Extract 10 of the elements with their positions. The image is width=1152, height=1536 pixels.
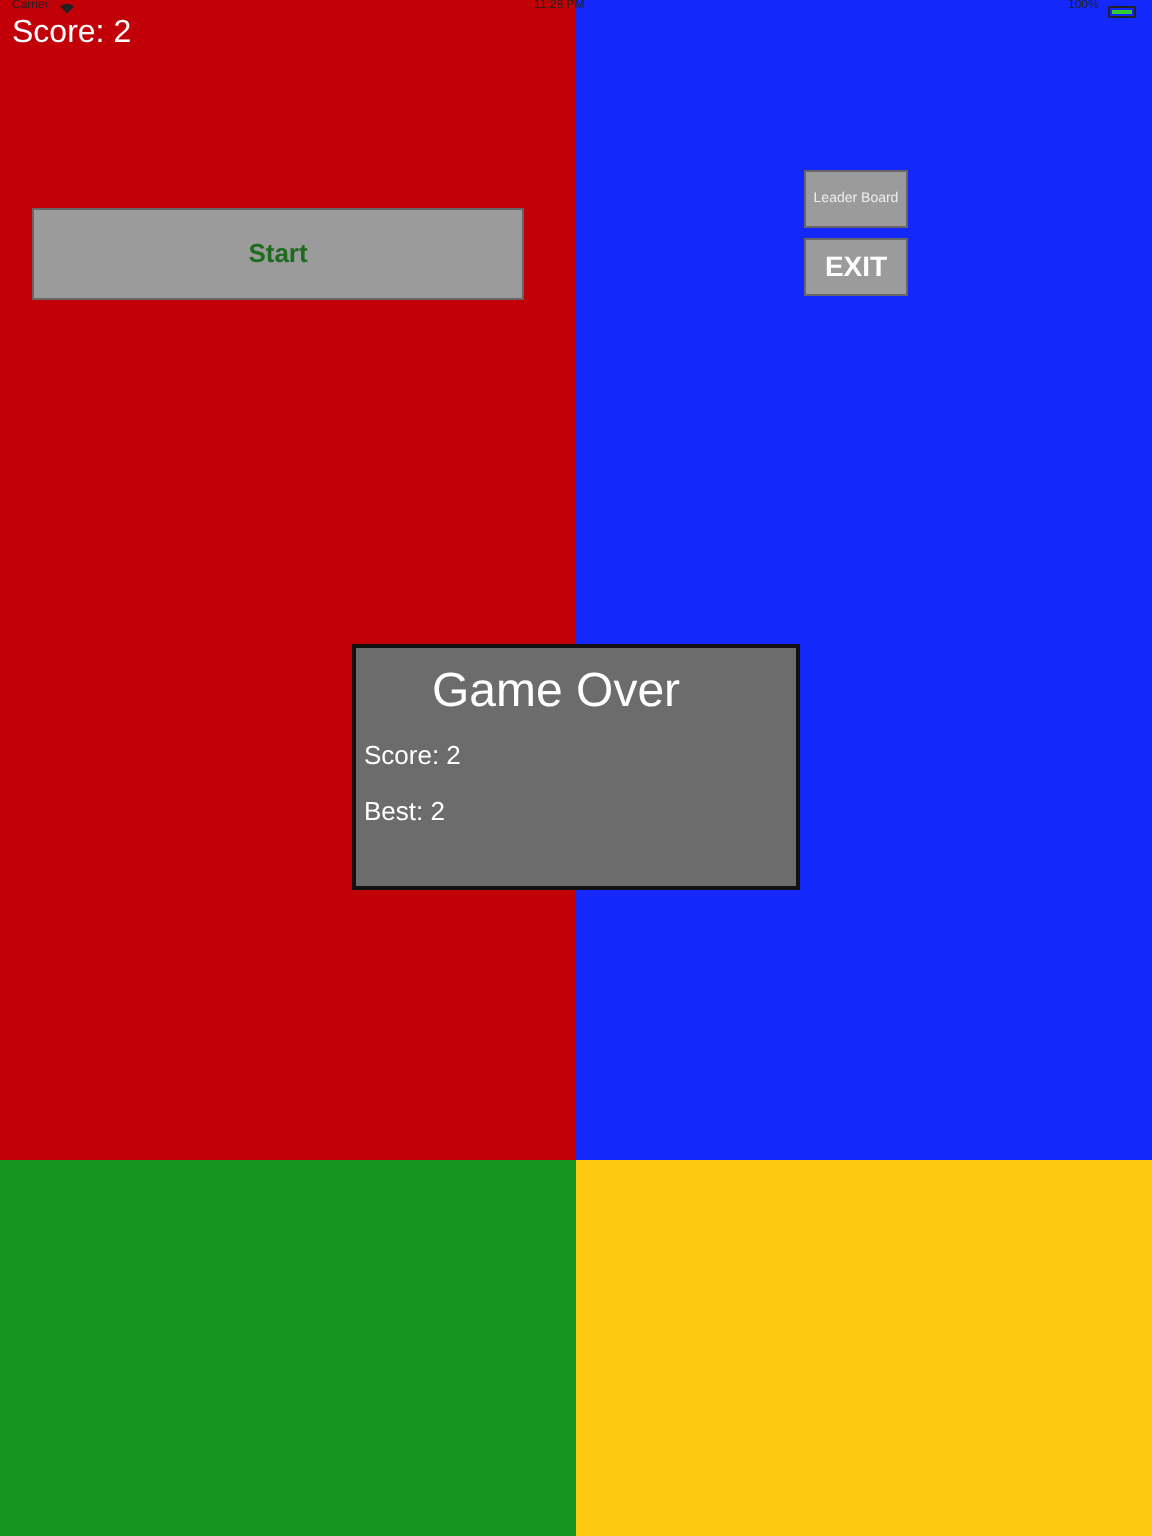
game-over-title: Game Over	[432, 662, 681, 722]
battery-icon	[1108, 6, 1136, 18]
color-tile[interactable]	[576, 1160, 1152, 1536]
exit-button[interactable]: EXIT	[804, 238, 908, 296]
start-button[interactable]: Start	[32, 208, 524, 300]
final-score: Score: 2	[364, 738, 461, 774]
wifi-icon	[60, 2, 74, 14]
best-score: Best: 2	[364, 794, 445, 830]
color-tile[interactable]	[0, 1160, 576, 1536]
score-label: Score: 2	[12, 18, 132, 50]
